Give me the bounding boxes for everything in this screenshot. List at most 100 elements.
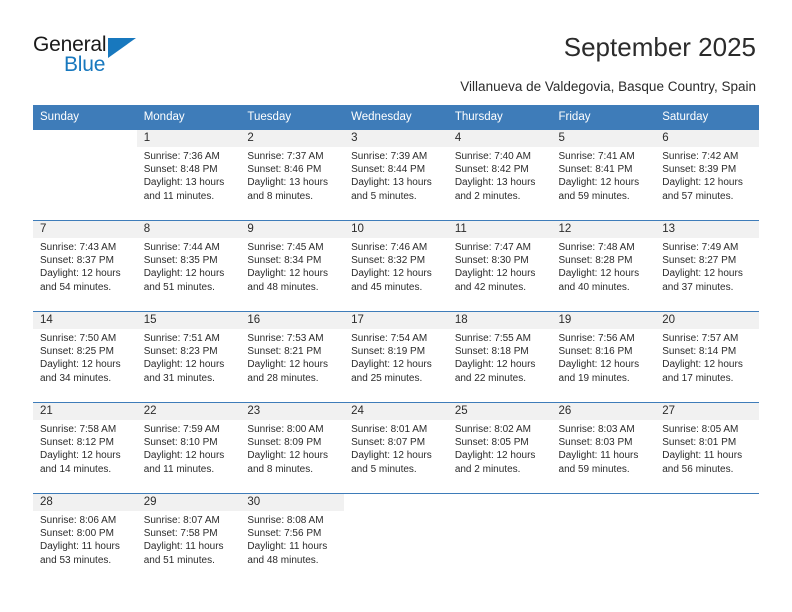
sunset-text: Sunset: 8:25 PM — [40, 346, 114, 358]
calendar-day-cell[interactable]: 28 Sunrise: 8:06 AM Sunset: 8:00 PM Dayligh… — [33, 493, 137, 584]
daylight-text: Daylight: 12 hours and 25 minutes. — [351, 359, 432, 384]
calendar-day-cell[interactable]: 7 Sunrise: 7:43 AM Sunset: 8:37 PM Daylight… — [33, 220, 137, 312]
daylight-text: Daylight: 11 hours and 53 minutes. — [40, 541, 120, 566]
calendar-day-cell[interactable]: 19 Sunrise: 7:56 AM Sunset: 8:16 PM Dayligh… — [551, 311, 656, 403]
sunset-text: Sunset: 8:12 PM — [40, 437, 114, 449]
calendar-day-cell[interactable]: 13 Sunrise: 7:49 AM Sunset: 8:27 PM Dayligh… — [655, 220, 759, 312]
calendar-day-cell[interactable]: 22 Sunrise: 7:59 AM Sunset: 8:10 PM Dayligh… — [136, 402, 241, 494]
calendar-cell-empty — [655, 493, 759, 584]
day-number: 2 — [240, 130, 345, 147]
daylight-text: Daylight: 12 hours and 57 minutes. — [662, 177, 743, 202]
daylight-text: Daylight: 12 hours and 42 minutes. — [454, 268, 536, 293]
day-details: Sunrise: 8:05 AM Sunset: 8:01 PM Daylight:… — [655, 420, 759, 476]
daylight-text: Daylight: 13 hours and 5 minutes. — [351, 177, 432, 202]
calendar-day-cell[interactable]: 1 Sunrise: 7:36 AM Sunset: 8:48 PM Daylight… — [136, 129, 241, 221]
calendar-day-cell[interactable]: 14 Sunrise: 7:50 AM Sunset: 8:25 PM Dayligh… — [33, 311, 137, 403]
day-number: 6 — [655, 130, 759, 147]
daylight-text: Daylight: 12 hours and 2 minutes. — [454, 450, 536, 475]
calendar-day-cell[interactable]: 12 Sunrise: 7:48 AM Sunset: 8:28 PM Dayligh… — [551, 220, 656, 312]
day-number: 19 — [551, 312, 656, 329]
sunset-text: Sunset: 8:07 PM — [351, 437, 426, 449]
day-number — [447, 494, 552, 511]
daylight-text: Daylight: 11 hours and 56 minutes. — [662, 450, 743, 475]
day-number: 12 — [551, 221, 656, 238]
sunset-text: Sunset: 8:03 PM — [558, 437, 633, 449]
sunrise-text: Sunrise: 7:49 AM — [662, 242, 739, 253]
calendar-day-cell[interactable]: 18 Sunrise: 7:55 AM Sunset: 8:18 PM Dayligh… — [447, 311, 552, 403]
sunset-text: Sunset: 8:34 PM — [247, 255, 322, 267]
calendar-day-cell[interactable]: 5 Sunrise: 7:41 AM Sunset: 8:41 PM Daylight… — [551, 129, 656, 221]
calendar-day-cell[interactable]: 3 Sunrise: 7:39 AM Sunset: 8:44 PM Daylight… — [344, 129, 448, 221]
calendar-day-cell[interactable]: 15 Sunrise: 7:51 AM Sunset: 8:23 PM Dayligh… — [136, 311, 241, 403]
daylight-text: Daylight: 12 hours and 22 minutes. — [454, 359, 536, 384]
day-details: Sunrise: 8:08 AM Sunset: 7:56 PM Daylight:… — [240, 511, 344, 567]
sunset-text: Sunset: 8:37 PM — [40, 255, 114, 267]
day-number: 4 — [447, 130, 552, 147]
day-number: 9 — [240, 221, 345, 238]
daylight-text: Daylight: 11 hours and 59 minutes. — [558, 450, 639, 475]
sunrise-text: Sunrise: 8:03 AM — [558, 424, 635, 435]
sunrise-text: Sunrise: 7:36 AM — [143, 151, 220, 162]
sunset-text: Sunset: 8:21 PM — [247, 346, 322, 358]
calendar-header-row: Sunday Monday Tuesday Wednesday Thursday Frid… — [33, 105, 759, 130]
calendar-day-cell[interactable]: 8 Sunrise: 7:44 AM Sunset: 8:35 PM Daylight… — [136, 220, 241, 312]
calendar-day-cell[interactable]: 6 Sunrise: 7:42 AM Sunset: 8:39 PM Daylight… — [655, 129, 759, 221]
calendar-day-cell[interactable]: 10 Sunrise: 7:46 AM Sunset: 8:32 PM Dayligh… — [344, 220, 448, 312]
daylight-text: Daylight: 12 hours and 31 minutes. — [143, 359, 225, 384]
calendar-day-cell[interactable]: 25 Sunrise: 8:02 AM Sunset: 8:05 PM Dayligh… — [447, 402, 552, 494]
day-number: 22 — [136, 403, 241, 420]
sunset-text: Sunset: 8:46 PM — [247, 164, 322, 176]
day-details: Sunrise: 7:46 AM Sunset: 8:32 PM Daylight:… — [344, 238, 448, 294]
day-number: 1 — [136, 130, 241, 147]
sunrise-text: Sunrise: 7:47 AM — [454, 242, 531, 253]
day-number: 29 — [136, 494, 241, 511]
calendar-day-cell[interactable]: 11 Sunrise: 7:47 AM Sunset: 8:30 PM Dayligh… — [447, 220, 552, 312]
sunrise-text: Sunrise: 7:53 AM — [247, 333, 324, 344]
daylight-text: Daylight: 13 hours and 8 minutes. — [247, 177, 329, 202]
day-details: Sunrise: 8:00 AM Sunset: 8:09 PM Daylight:… — [240, 420, 344, 476]
sunrise-text: Sunrise: 8:01 AM — [351, 424, 428, 435]
weekday-header-monday: Monday — [136, 105, 241, 130]
calendar-day-cell[interactable]: 17 Sunrise: 7:54 AM Sunset: 8:19 PM Dayligh… — [344, 311, 448, 403]
calendar-day-cell[interactable]: 2 Sunrise: 7:37 AM Sunset: 8:46 PM Daylight… — [240, 129, 345, 221]
sunrise-text: Sunrise: 7:45 AM — [247, 242, 324, 253]
calendar-cell-empty — [33, 129, 137, 221]
sunset-text: Sunset: 8:00 PM — [40, 528, 114, 540]
weekday-header-sunday: Sunday — [33, 105, 137, 130]
calendar-day-cell[interactable]: 23 Sunrise: 8:00 AM Sunset: 8:09 PM Dayligh… — [240, 402, 345, 494]
calendar-day-cell[interactable]: 30 Sunrise: 8:08 AM Sunset: 7:56 PM Dayligh… — [240, 493, 345, 584]
day-number: 13 — [655, 221, 759, 238]
calendar-grid: Sunday Monday Tuesday Wednesday Thursday Frid… — [33, 105, 759, 584]
daylight-text: Daylight: 12 hours and 45 minutes. — [351, 268, 432, 293]
calendar-day-cell[interactable]: 24 Sunrise: 8:01 AM Sunset: 8:07 PM Dayligh… — [344, 402, 448, 494]
sunrise-text: Sunrise: 8:08 AM — [247, 515, 324, 526]
sunset-text: Sunset: 8:48 PM — [143, 164, 218, 176]
day-number: 3 — [344, 130, 448, 147]
day-number: 25 — [447, 403, 552, 420]
weekday-header-friday: Friday — [551, 105, 656, 130]
day-details: Sunrise: 7:57 AM Sunset: 8:14 PM Daylight:… — [655, 329, 759, 385]
calendar-day-cell[interactable]: 9 Sunrise: 7:45 AM Sunset: 8:34 PM Daylight… — [240, 220, 345, 312]
calendar-day-cell[interactable]: 20 Sunrise: 7:57 AM Sunset: 8:14 PM Dayligh… — [655, 311, 759, 403]
day-details: Sunrise: 7:47 AM Sunset: 8:30 PM Daylight:… — [448, 238, 552, 294]
sunset-text: Sunset: 8:05 PM — [454, 437, 529, 449]
day-details: Sunrise: 7:53 AM Sunset: 8:21 PM Daylight:… — [240, 329, 344, 385]
calendar-day-cell[interactable]: 27 Sunrise: 8:05 AM Sunset: 8:01 PM Dayligh… — [655, 402, 759, 494]
calendar-day-cell[interactable]: 21 Sunrise: 7:58 AM Sunset: 8:12 PM Dayligh… — [33, 402, 137, 494]
sunrise-text: Sunrise: 7:40 AM — [454, 151, 531, 162]
daylight-text: Daylight: 12 hours and 40 minutes. — [558, 268, 640, 293]
calendar-week-row: 28 Sunrise: 8:06 AM Sunset: 8:00 PM Dayligh… — [33, 493, 759, 584]
day-number: 24 — [344, 403, 448, 420]
calendar-day-cell[interactable]: 16 Sunrise: 7:53 AM Sunset: 8:21 PM Dayligh… — [240, 311, 345, 403]
day-details: Sunrise: 7:44 AM Sunset: 8:35 PM Daylight:… — [137, 238, 241, 294]
sunset-text: Sunset: 8:42 PM — [454, 164, 529, 176]
day-details: Sunrise: 7:45 AM Sunset: 8:34 PM Daylight:… — [240, 238, 344, 294]
calendar-day-cell[interactable]: 26 Sunrise: 8:03 AM Sunset: 8:03 PM Dayligh… — [551, 402, 656, 494]
day-number: 20 — [655, 312, 759, 329]
calendar-day-cell[interactable]: 4 Sunrise: 7:40 AM Sunset: 8:42 PM Daylight… — [447, 129, 552, 221]
calendar-day-cell[interactable]: 29 Sunrise: 8:07 AM Sunset: 7:58 PM Dayligh… — [136, 493, 241, 584]
day-number — [551, 494, 656, 511]
sunset-text: Sunset: 8:28 PM — [558, 255, 633, 267]
calendar-cell-empty — [447, 493, 552, 584]
day-details: Sunrise: 7:40 AM Sunset: 8:42 PM Daylight:… — [448, 147, 552, 203]
